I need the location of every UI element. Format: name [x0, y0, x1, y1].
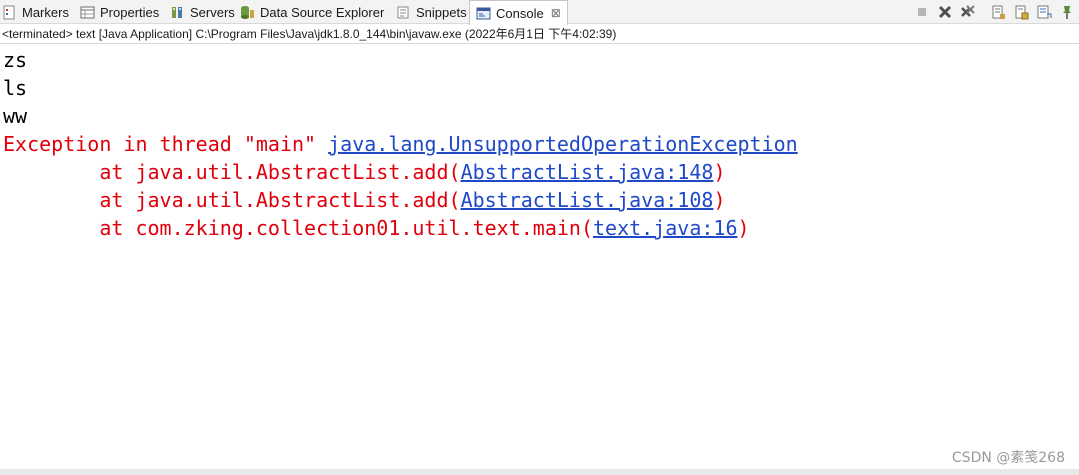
console-output[interactable]: zs ls ww Exception in thread "main" java…: [0, 46, 1079, 466]
scroll-lock-icon[interactable]: [1013, 4, 1029, 20]
tab-markers[interactable]: Markers: [2, 0, 69, 24]
tab-label: Console: [496, 5, 544, 21]
stack-frame-prefix: at java.util.AbstractList.add(: [3, 160, 461, 184]
tab-servers[interactable]: Servers: [170, 0, 235, 24]
word-wrap-icon[interactable]: [1036, 4, 1052, 20]
tab-label: Properties: [100, 4, 160, 20]
console-toolbar: [907, 3, 1075, 21]
tab-properties[interactable]: Properties: [80, 0, 159, 24]
watermark: CSDN @素笺268: [951, 450, 1065, 466]
stdout-line: zs: [3, 48, 28, 72]
remove-all-launches-icon[interactable]: [960, 4, 976, 20]
exception-line: Exception in thread "main" java.lang.Uns…: [3, 130, 1079, 158]
stdout-line: ls: [3, 76, 28, 100]
stack-frame-suffix: ): [713, 160, 726, 184]
stack-frame-link[interactable]: AbstractList.java:108: [461, 188, 714, 212]
exception-class-link[interactable]: java.lang.UnsupportedOperationException: [328, 132, 798, 156]
remove-launch-icon[interactable]: [937, 4, 953, 20]
tab-label: Servers: [190, 4, 235, 20]
stdout-line: ww: [3, 104, 28, 128]
horizontal-scrollbar[interactable]: [0, 469, 1079, 475]
stack-frame-prefix: at com.zking.collection01.util.text.main…: [3, 216, 594, 240]
console-icon: [476, 6, 491, 21]
servers-icon: [170, 5, 185, 20]
tab-label: Data Source Explorer: [260, 4, 385, 20]
terminate-icon[interactable]: [914, 4, 930, 20]
clear-console-icon[interactable]: [990, 4, 1006, 20]
stack-frame-line: at com.zking.collection01.util.text.main…: [3, 214, 1079, 242]
data-source-icon: [240, 5, 255, 20]
stack-frame-suffix: ): [713, 188, 726, 212]
snippets-icon: [396, 5, 411, 20]
exception-prefix: Exception in thread "main": [3, 132, 329, 156]
markers-icon: [2, 5, 17, 20]
view-tab-bar: Markers Properties Servers Data Source E…: [0, 0, 1079, 25]
stack-frame-link[interactable]: text.java:16: [593, 216, 738, 240]
launch-status-line: <terminated> text [Java Application] C:\…: [0, 24, 1079, 44]
pin-console-icon[interactable]: [1059, 4, 1075, 20]
tab-console[interactable]: Console ⊠: [469, 0, 568, 25]
properties-icon: [80, 5, 95, 20]
tab-label: Snippets: [416, 4, 467, 20]
close-tab-icon[interactable]: ⊠: [551, 6, 561, 20]
stack-frame-line: at java.util.AbstractList.add(AbstractLi…: [3, 158, 1079, 186]
tab-snippets[interactable]: Snippets: [396, 0, 467, 24]
stack-frame-line: at java.util.AbstractList.add(AbstractLi…: [3, 186, 1079, 214]
stack-frame-prefix: at java.util.AbstractList.add(: [3, 188, 461, 212]
stack-frame-link[interactable]: AbstractList.java:148: [461, 160, 714, 184]
tab-label: Markers: [22, 4, 69, 20]
tab-data-source-explorer[interactable]: Data Source Explorer: [240, 0, 384, 24]
stack-frame-suffix: ): [737, 216, 750, 240]
